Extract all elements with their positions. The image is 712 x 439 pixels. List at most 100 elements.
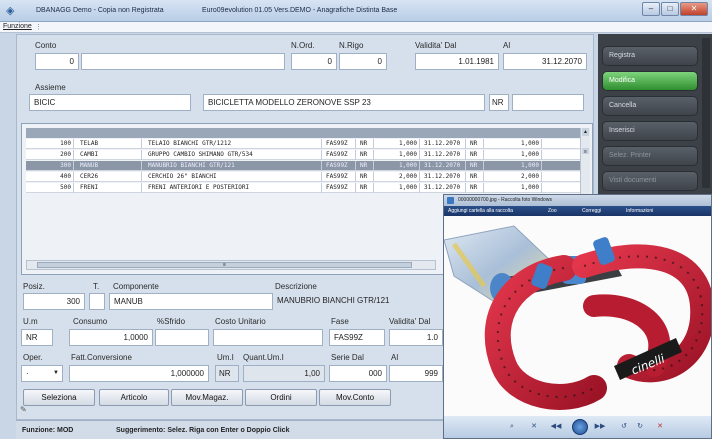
assieme-code-field[interactable]: BICIC — [29, 94, 191, 111]
cell-date: 31.12.2070 — [422, 150, 466, 160]
table-row[interactable]: 300 MANUB MANUBRIO BIANCHI GTR/121 FAS99Z NR… — [26, 161, 582, 171]
oper-label: Oper. — [23, 353, 43, 362]
consumo-label: Consumo — [73, 317, 108, 326]
cell-qty: 1,000 — [376, 139, 420, 149]
consumo-field[interactable]: 1,0000 — [69, 329, 153, 346]
cell-um2: NR — [468, 172, 484, 182]
mov-magaz-button[interactable]: Mov.Magaz. — [171, 389, 243, 406]
sidebar-item-cancella[interactable]: Cancella — [602, 96, 698, 116]
table-row[interactable]: 200 CAMBI GRUPPO CAMBIO SHIMANO GTR/534 FAS… — [26, 150, 582, 160]
cell-n: 500 — [30, 183, 74, 193]
photo-viewer-window: 00000000700.jpg - Raccolta foto Windows … — [443, 194, 712, 439]
grid-horizontal-scrollbar[interactable]: ≡ — [26, 260, 436, 270]
serie-dal-field[interactable]: 000 — [329, 365, 387, 382]
ordini-button[interactable]: Ordini — [245, 389, 317, 406]
cell-um2: NR — [468, 161, 484, 171]
um-label: U.m — [23, 317, 38, 326]
cell-um2: NR — [468, 183, 484, 193]
sfrido-label: %Sfrido — [157, 317, 186, 326]
next-icon[interactable]: ▶▶ — [594, 422, 606, 432]
cell-um: NR — [358, 183, 374, 193]
descrizione-field[interactable]: MANUBRIO BIANCHI GTR/121 — [273, 293, 443, 310]
slideshow-play-button[interactable] — [572, 419, 588, 435]
fatt-conversione-field[interactable]: 1,000000 — [69, 365, 209, 382]
articolo-button[interactable]: Articolo — [99, 389, 169, 406]
pencil-icon: ✎ — [20, 405, 27, 414]
assieme-um-field[interactable]: NR — [489, 94, 509, 111]
fase-field[interactable]: FAS99Z — [329, 329, 385, 346]
mov-conto-button[interactable]: Mov.Conto — [319, 389, 391, 406]
menu-bar: Funzione ⋮ — [0, 22, 712, 33]
nrigo-field[interactable]: 0 — [339, 53, 387, 70]
table-row[interactable]: 100 TELAB TELAIO BIANCHI GTR/1212 FAS99Z NR 1… — [26, 139, 582, 149]
fit-icon[interactable]: ✕ — [528, 422, 540, 432]
costo-label: Costo Unitario — [215, 317, 266, 326]
tipo-field[interactable] — [89, 293, 105, 310]
serie-al-field[interactable]: 999 — [389, 365, 443, 382]
conto-field[interactable]: 0 — [35, 53, 79, 70]
validita-dal-field[interactable]: 1.01.1981 — [415, 53, 499, 70]
handlebar-image: cinelli — [443, 216, 712, 416]
cell-code: FRENI — [78, 183, 142, 193]
scroll-up-icon[interactable]: ▲ — [582, 128, 589, 136]
zoom-icon[interactable]: ⌕ — [506, 422, 518, 432]
status-funzione: Funzione: MOD — [22, 427, 74, 434]
sidebar-scrollbar[interactable] — [702, 38, 710, 188]
cell-qty2: 1,000 — [486, 150, 542, 160]
sidebar-item-visti-documenti[interactable]: Visti documenti — [602, 171, 698, 191]
sidebar-item-registra[interactable]: Registra — [602, 46, 698, 66]
validita-label: Validita' Dal — [389, 317, 431, 326]
fix-button[interactable]: Correggi — [582, 206, 601, 216]
zoom-button[interactable]: Zoo — [548, 206, 557, 216]
sidebar-item-selez-printer[interactable]: Selez. Printer — [602, 146, 698, 166]
table-row[interactable]: 400 CER26 CERCHIO 26" BIANCHI FAS99Z NR 2,000… — [26, 172, 582, 182]
al-field[interactable]: 31.12.2070 — [503, 53, 587, 70]
cell-um: NR — [358, 150, 374, 160]
componente-field[interactable]: MANUB — [109, 293, 273, 310]
sfrido-field[interactable] — [155, 329, 209, 346]
cell-date: 31.12.2070 — [422, 139, 466, 149]
assieme-desc-field[interactable]: BICICLETTA MODELLO ZERONOVE SSP 23 — [203, 94, 485, 111]
cell-qty: 1,000 — [376, 161, 420, 171]
close-button[interactable]: ✕ — [680, 2, 708, 16]
info-button[interactable]: Informazioni — [626, 206, 653, 216]
umi-label: Um.I — [217, 353, 234, 362]
cell-um: NR — [358, 172, 374, 182]
posiz-field[interactable]: 300 — [23, 293, 85, 310]
previous-icon[interactable]: ◀◀ — [550, 422, 562, 432]
validita-dal-label: Validita' Dal — [415, 41, 457, 50]
cell-fase: FAS99Z — [324, 183, 356, 193]
quant-umi-field[interactable]: 1,00 — [243, 365, 325, 382]
minimize-button[interactable]: – — [642, 2, 660, 16]
add-folder-button[interactable]: Aggiungi cartella alla raccolta — [448, 206, 513, 216]
cell-fase: FAS99Z — [324, 172, 356, 182]
sidebar-item-inserisci[interactable]: Inserisci — [602, 121, 698, 141]
horizontal-scroll-thumb[interactable]: ≡ — [37, 262, 412, 268]
scroll-thumb[interactable]: ≡ — [582, 148, 589, 155]
rotate-left-icon[interactable]: ↺ — [618, 422, 630, 432]
chevron-down-icon[interactable]: ▼ — [53, 366, 59, 381]
um-field[interactable]: NR — [21, 329, 53, 346]
rotate-right-icon[interactable]: ↻ — [634, 422, 646, 432]
validita-field[interactable]: 1.0 — [389, 329, 443, 346]
cell-code: TELAB — [78, 139, 142, 149]
assieme-extra-field[interactable] — [512, 94, 584, 111]
cell-desc: MANUBRIO BIANCHI GTR/121 — [146, 161, 322, 171]
umi-field[interactable]: NR — [215, 365, 239, 382]
conto-desc-field[interactable] — [81, 53, 285, 70]
delete-icon[interactable]: ✕ — [654, 422, 666, 432]
cell-qty: 2,000 — [376, 172, 420, 182]
seleziona-button[interactable]: Seleziona — [23, 389, 95, 406]
menu-funzione[interactable]: Funzione — [3, 23, 32, 30]
cell-qty2: 1,000 — [486, 139, 542, 149]
nord-label: N.Ord. — [291, 41, 315, 50]
cell-um2: NR — [468, 150, 484, 160]
table-row[interactable]: 500 FRENI FRENI ANTERIORI E POSTERIORI FAS9… — [26, 183, 582, 193]
sidebar-item-modifica[interactable]: Modifica — [602, 71, 698, 91]
maximize-button[interactable]: □ — [661, 2, 679, 16]
costo-field[interactable] — [213, 329, 323, 346]
nord-field[interactable]: 0 — [291, 53, 337, 70]
oper-select[interactable]: · ▼ — [21, 365, 63, 382]
fatt-conversione-label: Fatt.Conversione — [71, 353, 132, 362]
cell-desc: TELAIO BIANCHI GTR/1212 — [146, 139, 322, 149]
